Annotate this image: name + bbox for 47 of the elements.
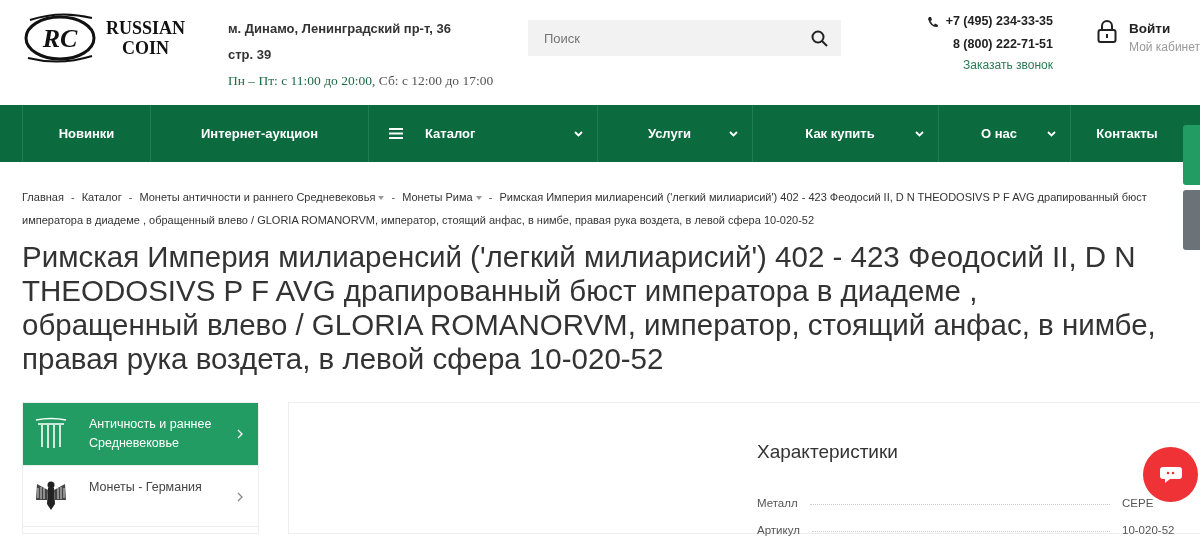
nav-item[interactable]: Как купить xyxy=(752,105,938,162)
opening-hours: Пн – Пт: с 11:00 до 20:00, Сб: с 12:00 до 17:00 xyxy=(228,72,495,90)
phone-icon xyxy=(926,15,938,28)
property-name: Металл xyxy=(757,496,798,512)
caret-icon[interactable] xyxy=(475,196,482,201)
breadcrumb-link[interactable]: Главная xyxy=(22,191,64,203)
callback-link[interactable]: Заказать звонок xyxy=(963,56,1053,74)
breadcrumb-current: императора в диадеме , обращенный влево / GLORIA ROMANORVM, император, стоящий анфас, в нимбе, правая рука воздета, в левой сфера 10-020-52 xyxy=(22,213,816,228)
caret-icon[interactable] xyxy=(378,196,385,201)
login-link[interactable]: Войти xyxy=(1129,20,1200,38)
phone-number[interactable]: +7 (495) 234-33-35 xyxy=(945,10,1053,33)
nav-item[interactable]: Каталог xyxy=(368,105,597,162)
lock-icon[interactable] xyxy=(1097,20,1117,44)
breadcrumb-separator: - xyxy=(128,191,133,203)
caret-icon xyxy=(1047,130,1056,137)
menu-icon xyxy=(389,128,403,139)
address-text: м. Динамо, Ленинградский пр-т, 36 стр. 39 xyxy=(228,20,453,64)
sidebar-item[interactable]: Монеты - Германия xyxy=(23,466,258,527)
breadcrumb-link[interactable]: Монеты Рима xyxy=(402,191,482,203)
phone-number[interactable]: 8 (800) 222-71-51 xyxy=(952,33,1053,56)
breadcrumb-link[interactable]: Каталог xyxy=(81,191,122,203)
caret-icon xyxy=(729,130,738,137)
nav-item[interactable]: Новинки xyxy=(22,105,150,162)
chevron-icon xyxy=(237,429,244,439)
breadcrumb-separator: - xyxy=(391,191,396,203)
breadcrumb-separator: - xyxy=(488,191,493,203)
logo-emblem: RC xyxy=(22,12,98,64)
property-name: Артикул xyxy=(757,523,800,537)
page-title: Римская Империя милиаренсий ('легкий милиарисий') 402 - 423 Феодосий II, D N THEODOSIVS P F AVG драпированный бюст императора в диадеме , обращенный влево / GLORIA ROMANORVM, император, стоящий анфас, в нимбе, правая рука воздета, в левой сфера 10-020-52 xyxy=(22,240,1157,376)
breadcrumb-link[interactable]: Монеты античности и раннего Средневековья xyxy=(139,191,385,203)
nav-item[interactable]: Услуги xyxy=(597,105,752,162)
column-icon xyxy=(33,415,69,451)
caret-icon xyxy=(574,130,583,137)
section-heading: Характеристики xyxy=(757,440,898,464)
breadcrumb-current: Римская Империя милиаренсий ('легкий милиарисий') 402 - 423 Феодосий II, D N THEODOSIVS P F AVG драпированный бюст xyxy=(499,191,1147,203)
chevron-icon xyxy=(237,492,244,502)
property-value: СЕРЕ xyxy=(1122,496,1155,512)
caret-icon xyxy=(915,130,924,137)
property-value: 10-020-52 xyxy=(1122,523,1176,537)
nav-item[interactable]: Интернет-аукцион xyxy=(150,105,368,162)
breadcrumb-separator: - xyxy=(70,191,75,203)
search-icon[interactable] xyxy=(811,30,828,47)
search-field[interactable]: Поиск xyxy=(528,20,841,56)
logo-text: RUSSIAN xyxy=(106,18,186,38)
logo-text: COIN xyxy=(121,38,170,58)
sidebar-item[interactable]: Античность и раннее Средневековье xyxy=(23,403,258,466)
nav-item[interactable]: О нас xyxy=(938,105,1070,162)
